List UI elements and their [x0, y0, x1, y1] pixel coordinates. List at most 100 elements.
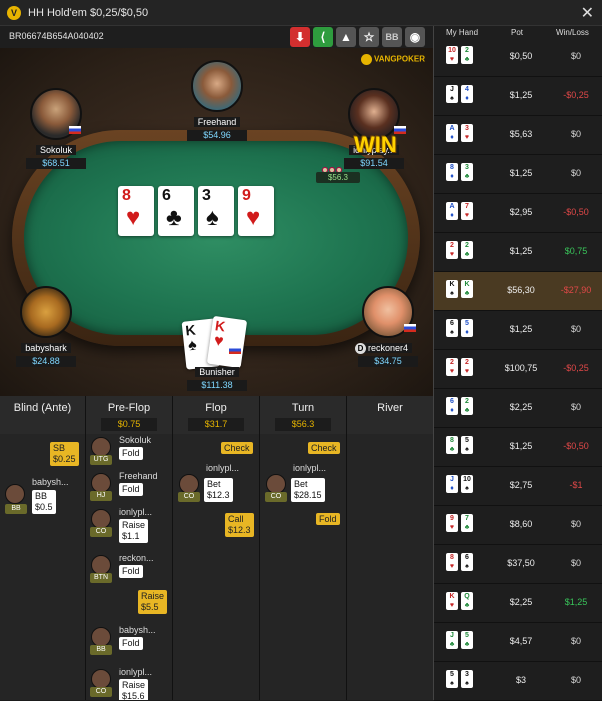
seat-babyshark[interactable]: babyshark $24.88: [6, 286, 86, 367]
player-name: ionlypl...: [293, 463, 327, 473]
check-badge: Check: [221, 442, 253, 454]
street-header: Pre-Flop $0.75: [86, 396, 173, 434]
check-badge: Check: [308, 442, 340, 454]
history-row[interactable]: 6 ♦ 2 ♣ $2,25 $0: [434, 389, 602, 428]
street-pot: $56.3: [275, 418, 331, 431]
player-name: reckoner4: [363, 343, 413, 353]
seat-sokoluk[interactable]: Sokoluk $68.51: [16, 88, 96, 169]
close-icon[interactable]: ✕: [581, 3, 594, 23]
street-pot: $0.75: [101, 418, 157, 431]
action-badge: Fold: [119, 447, 143, 460]
history-row[interactable]: 8 ♥ 6 ♠ $37,50 $0: [434, 545, 602, 584]
download-icon[interactable]: ⬇: [290, 27, 310, 47]
player-name: ionlypl...: [119, 507, 153, 517]
seat-freehand[interactable]: Freehand $54.96: [177, 60, 257, 141]
avatar: [91, 509, 111, 529]
avatar: [5, 484, 25, 504]
mini-card: 2 ♣: [461, 241, 473, 259]
flag-icon: [404, 324, 416, 332]
position-badge: BB: [5, 504, 27, 514]
mini-card: J ♠: [446, 85, 458, 103]
mini-card: 5 ♣: [461, 631, 473, 649]
row-win-loss: $0: [570, 636, 581, 646]
blind-column: SB $0.25 BB babysh... BB $0.5: [0, 434, 86, 700]
history-row[interactable]: J ♠ 4 ♦ $1,25 -$0,25: [434, 77, 602, 116]
action-badge: Raise $5.5: [138, 590, 168, 614]
player-name: babyshark: [21, 343, 71, 353]
mini-card: 2 ♣: [461, 397, 473, 415]
mini-card: 4 ♦: [461, 85, 473, 103]
avatar: [91, 473, 111, 493]
avatar: [191, 60, 243, 112]
history-row[interactable]: K ♠ K ♣ $56,30 -$27,90: [434, 272, 602, 311]
player-name: Sokoluk: [119, 435, 152, 445]
share-icon[interactable]: ⟨: [313, 27, 333, 47]
history-row[interactable]: K ♥ Q ♣ $2,25 $1,25: [434, 584, 602, 623]
history-row[interactable]: J ♣ 5 ♣ $4,57 $0: [434, 623, 602, 662]
row-pot: $1,25: [509, 441, 533, 451]
seat-reckoner4[interactable]: reckoner4 $34.75: [348, 286, 428, 367]
header-my-hand: My Hand: [446, 28, 479, 37]
pot-amount: $56.3: [316, 172, 360, 183]
board-card: 9 ♥: [238, 186, 274, 236]
player-name: babysh...: [32, 477, 69, 487]
eye-icon[interactable]: ◉: [405, 27, 425, 47]
history-row[interactable]: 2 ♥ 2 ♣ $1,25 $0,75: [434, 233, 602, 272]
player-name: Freehand: [193, 117, 241, 127]
history-row[interactable]: 6 ♠ 5 ♦ $1,25 $0: [434, 311, 602, 350]
history-row[interactable]: 8 ♣ 5 ♠ $1,25 -$0,50: [434, 428, 602, 467]
position-badge: CO: [90, 687, 112, 697]
history-row[interactable]: A ♦ 7 ♥ $2,95 -$0,50: [434, 194, 602, 233]
position-badge: HJ: [90, 491, 112, 501]
mini-card: 6 ♠: [446, 319, 458, 337]
mini-card: 5 ♠: [446, 670, 458, 688]
action-badge: Raise $1.1: [119, 519, 149, 543]
history-row[interactable]: 2 ♥ 2 ♥ $100,75 -$0,25: [434, 350, 602, 389]
mini-card: 10 ♠: [461, 475, 473, 493]
mini-card: 7 ♥: [461, 202, 473, 220]
turn-column: Check ionlypl... CO Bet $28.15 Fold: [260, 434, 347, 700]
mini-card: K ♥: [446, 592, 458, 610]
mini-card: 10 ♥: [446, 46, 458, 64]
avatar: [266, 474, 286, 494]
street-header: Turn $56.3: [260, 396, 347, 434]
mini-card: 3 ♥: [461, 124, 473, 142]
brand-logo: VANGPOKER: [361, 54, 425, 65]
history-row[interactable]: 8 ♦ 3 ♣ $1,25 $0: [434, 155, 602, 194]
row-win-loss: $0: [570, 675, 581, 685]
mini-card: 9 ♥: [446, 514, 458, 532]
avatar: [91, 437, 111, 457]
call-badge: Call $12.3: [225, 513, 254, 537]
player-name: reckon...: [119, 553, 154, 563]
action-badge: Fold: [119, 483, 143, 496]
win-badge: WIN: [354, 132, 397, 157]
history-row[interactable]: 10 ♥ 2 ♣ $0,50 $0: [434, 38, 602, 77]
alert-icon[interactable]: ▲: [336, 27, 356, 47]
history-row[interactable]: A ♦ 3 ♥ $5,63 $0: [434, 116, 602, 155]
star-icon[interactable]: ☆: [359, 27, 379, 47]
mini-card: J ♣: [446, 631, 458, 649]
row-win-loss: $0: [570, 168, 581, 178]
flop-column: Check ionlypl... CO Bet $12.3 Call $12.3: [173, 434, 260, 700]
row-pot: $1,25: [509, 90, 533, 100]
fold-badge: Fold: [316, 513, 340, 525]
player-name: ionlypl...: [206, 463, 240, 473]
action-badge: Fold: [119, 565, 143, 578]
seat-bunisher[interactable]: Bunisher $111.38: [177, 362, 257, 391]
row-win-loss: $0,75: [564, 246, 588, 256]
title-bar: V HH Hold'em $0,25/$0,50 ✕: [0, 0, 602, 26]
player-name: Freehand: [119, 471, 158, 481]
flag-icon: [229, 346, 241, 354]
row-pot: $2,95: [509, 207, 533, 217]
bb-toggle[interactable]: BB: [382, 27, 402, 47]
street-header: Blind (Ante): [0, 396, 86, 434]
row-win-loss: $0: [570, 324, 581, 334]
history-row[interactable]: 5 ♠ 3 ♠ $3 $0: [434, 662, 602, 701]
action-timeline: Blind (Ante) Pre-Flop $0.75 Flop $31.7 Turn $5…: [0, 396, 433, 700]
history-row[interactable]: 9 ♥ 7 ♣ $8,60 $0: [434, 506, 602, 545]
mini-card: 3 ♠: [461, 670, 473, 688]
mini-card: J ♦: [446, 475, 458, 493]
row-win-loss: $0: [570, 402, 581, 412]
history-row[interactable]: J ♦ 10 ♠ $2,75 -$1: [434, 467, 602, 506]
row-pot: $1,25: [509, 324, 533, 334]
